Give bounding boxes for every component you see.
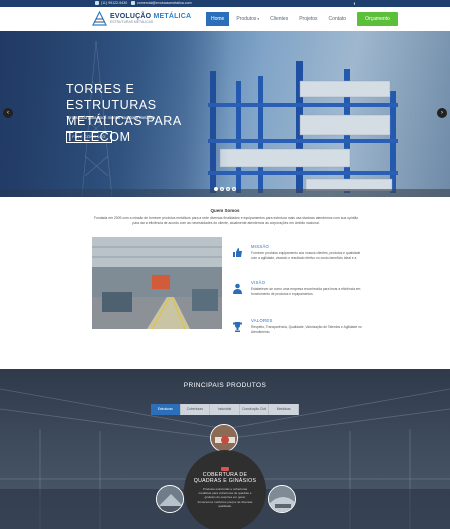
hero-subtitle: Torres todo para você montar sua torre m… xyxy=(66,115,156,120)
logo-title-b: METÁLICA xyxy=(153,13,192,20)
factory-photo xyxy=(92,237,222,329)
site-logo[interactable]: EVOLUÇÃO METÁLICA ESTRUTURAS METÁLICAS xyxy=(92,11,191,26)
tab-metalicas[interactable]: Metálicas xyxy=(269,404,299,415)
phone-number: (11) 99122-9430 xyxy=(101,1,128,5)
feature-name: MISSÃO xyxy=(251,244,270,249)
thumbs-up-icon xyxy=(233,248,242,257)
email-icon xyxy=(131,1,135,5)
nav-produtos[interactable]: Produtos▾ xyxy=(232,12,263,26)
feature-name: VISÃO xyxy=(251,280,266,285)
tab-coberturas[interactable]: Coberturas xyxy=(181,404,211,415)
product-thumb-right[interactable] xyxy=(268,485,296,513)
logo-tagline: ESTRUTURAS METÁLICAS xyxy=(110,20,154,24)
phone-contact[interactable]: (11) 99122-9430 xyxy=(95,1,127,5)
nav-projetos[interactable]: Projetos xyxy=(295,12,321,26)
featured-product[interactable]: COBERTURA DE QUADRAS E GINÁSIOS Produtos… xyxy=(184,450,266,529)
chevron-down-icon: ▾ xyxy=(257,17,260,21)
about-title: Quem Somos xyxy=(210,208,240,213)
about-section: Quem Somos Fundada em 2009 com a missão … xyxy=(0,197,450,369)
product-thumb-left[interactable] xyxy=(156,485,184,513)
person-icon xyxy=(233,283,242,294)
hero-contact-button[interactable]: FALE CONOSCO xyxy=(66,131,112,143)
featured-product-text: Produtos estruturais e coberturas metáli… xyxy=(197,487,253,508)
products-title: PRINCIPAIS PRODUTOS xyxy=(183,382,267,389)
phone-icon xyxy=(95,1,99,5)
logo-mark-icon xyxy=(92,11,107,26)
slider-next-icon[interactable]: › xyxy=(437,108,447,118)
email-contact[interactable]: comercial@evolucaometalica.com xyxy=(131,1,192,5)
quote-button[interactable]: Orçamento xyxy=(357,12,398,26)
hero-slider: TORRES E ESTRUTURAS METÁLICAS PARA TELEC… xyxy=(0,31,450,197)
slider-dot[interactable] xyxy=(226,187,230,191)
product-tabs: Estruturas Coberturas Industrial Constru… xyxy=(151,404,299,415)
tab-construcao-civil[interactable]: Construção Civil xyxy=(240,404,270,415)
slider-dot[interactable] xyxy=(232,187,236,191)
site-header: EVOLUÇÃO METÁLICA ESTRUTURAS METÁLICAS H… xyxy=(0,7,450,31)
slider-prev-icon[interactable]: ‹ xyxy=(3,108,13,118)
logo-title: EVOLUÇÃO METÁLICA xyxy=(110,13,191,20)
tab-estruturas[interactable]: Estruturas xyxy=(151,404,181,415)
facebook-icon[interactable]: f xyxy=(354,1,355,6)
email-address: comercial@evolucaometalica.com xyxy=(137,1,192,5)
nav-clientes[interactable]: Clientes xyxy=(266,12,292,26)
tab-industrial[interactable]: Industrial xyxy=(210,404,240,415)
top-bar: (11) 99122-9430 comercial@evolucaometali… xyxy=(0,0,450,7)
nav-contato[interactable]: Contato xyxy=(325,12,351,26)
feature-text: Estabelecer-se como uma empresa reconhec… xyxy=(251,287,361,296)
products-section: PRINCIPAIS PRODUTOS Estruturas Cobertura… xyxy=(0,369,450,529)
slider-dots xyxy=(214,187,236,191)
slider-dot[interactable] xyxy=(220,187,224,191)
main-nav: Home Produtos▾ Clientes Projetos Contato… xyxy=(206,12,398,26)
featured-product-accent xyxy=(221,467,229,471)
slider-dot[interactable] xyxy=(214,187,218,191)
feature-name: VALORES xyxy=(251,318,273,323)
logo-title-a: EVOLUÇÃO xyxy=(110,13,152,20)
nav-produtos-label: Produtos xyxy=(236,16,257,22)
product-thumb-top[interactable] xyxy=(210,424,238,452)
featured-product-title: COBERTURA DE QUADRAS E GINÁSIOS xyxy=(193,472,257,484)
feature-text: Respeito, Transparência, Qualidade, Valo… xyxy=(251,325,362,334)
nav-home[interactable]: Home xyxy=(206,12,230,26)
trophy-icon xyxy=(233,322,242,332)
about-description: Fundada em 2009 com a missão de fornecer… xyxy=(93,216,359,225)
feature-text: Fornecer produtos equipamento aos nossos… xyxy=(251,251,361,260)
